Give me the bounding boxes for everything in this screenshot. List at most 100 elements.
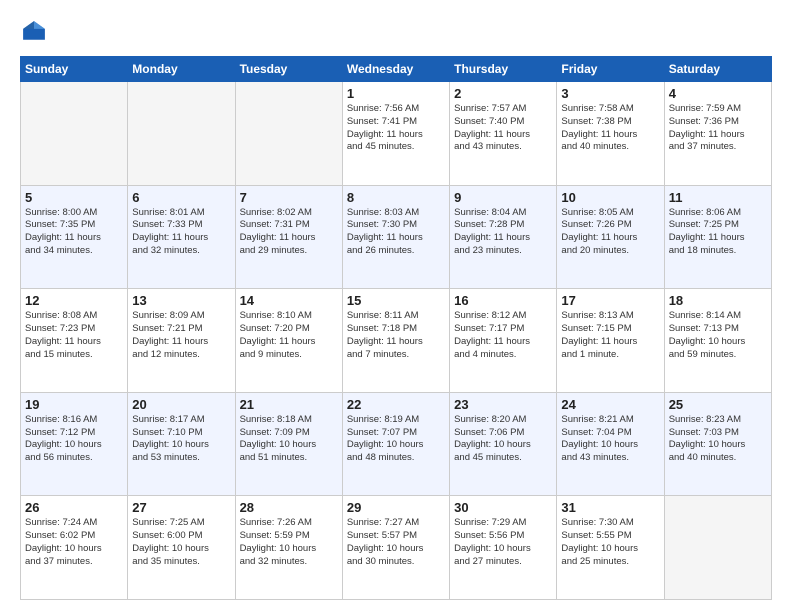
weekday-header-friday: Friday: [557, 57, 664, 82]
day-info: Sunrise: 7:29 AM Sunset: 5:56 PM Dayligh…: [454, 517, 552, 568]
calendar-cell: 31 Sunrise: 7:30 AM Sunset: 5:55 PM Dayli…: [557, 496, 664, 600]
day-info: Sunrise: 7:26 AM Sunset: 5:59 PM Dayligh…: [240, 517, 338, 568]
day-number: 2: [454, 86, 552, 101]
logo-icon: [20, 18, 48, 46]
day-number: 9: [454, 190, 552, 205]
calendar-cell: 13 Sunrise: 8:09 AM Sunset: 7:21 PM Dayli…: [128, 289, 235, 393]
day-info: Sunrise: 7:59 AM Sunset: 7:36 PM Dayligh…: [669, 103, 767, 154]
day-number: 14: [240, 293, 338, 308]
calendar-cell: 22 Sunrise: 8:19 AM Sunset: 7:07 PM Dayli…: [342, 392, 449, 496]
day-number: 3: [561, 86, 659, 101]
calendar-cell: [128, 82, 235, 186]
day-info: Sunrise: 7:56 AM Sunset: 7:41 PM Dayligh…: [347, 103, 445, 154]
day-info: Sunrise: 8:03 AM Sunset: 7:30 PM Dayligh…: [347, 207, 445, 258]
day-info: Sunrise: 8:19 AM Sunset: 7:07 PM Dayligh…: [347, 414, 445, 465]
day-number: 18: [669, 293, 767, 308]
calendar-cell: 19Sunrise: 8:16 AM Sunset: 7:12 PM Dayli…: [21, 392, 128, 496]
day-info: Sunrise: 8:02 AM Sunset: 7:31 PM Dayligh…: [240, 207, 338, 258]
day-number: 22: [347, 397, 445, 412]
calendar-cell: 20 Sunrise: 8:17 AM Sunset: 7:10 PM Dayli…: [128, 392, 235, 496]
weekday-header-row: SundayMondayTuesdayWednesdayThursdayFrid…: [21, 57, 772, 82]
day-number: 10: [561, 190, 659, 205]
weekday-header-sunday: Sunday: [21, 57, 128, 82]
day-info: Sunrise: 8:17 AM Sunset: 7:10 PM Dayligh…: [132, 414, 230, 465]
day-number: 20: [132, 397, 230, 412]
day-info: Sunrise: 8:04 AM Sunset: 7:28 PM Dayligh…: [454, 207, 552, 258]
day-number: 7: [240, 190, 338, 205]
page: SundayMondayTuesdayWednesdayThursdayFrid…: [0, 0, 792, 612]
day-info: Sunrise: 8:16 AM Sunset: 7:12 PM Dayligh…: [25, 414, 123, 465]
day-number: 4: [669, 86, 767, 101]
day-number: 29: [347, 500, 445, 515]
calendar-cell: 1Sunrise: 7:56 AM Sunset: 7:41 PM Daylig…: [342, 82, 449, 186]
day-number: 5: [25, 190, 123, 205]
day-info: Sunrise: 8:18 AM Sunset: 7:09 PM Dayligh…: [240, 414, 338, 465]
logo: [20, 18, 52, 46]
calendar-cell: 5 Sunrise: 8:00 AM Sunset: 7:35 PM Daylig…: [21, 185, 128, 289]
day-info: Sunrise: 8:21 AM Sunset: 7:04 PM Dayligh…: [561, 414, 659, 465]
day-info: Sunrise: 8:12 AM Sunset: 7:17 PM Dayligh…: [454, 310, 552, 361]
day-number: 24: [561, 397, 659, 412]
calendar-cell: 23Sunrise: 8:20 AM Sunset: 7:06 PM Dayli…: [450, 392, 557, 496]
day-number: 16: [454, 293, 552, 308]
day-info: Sunrise: 8:09 AM Sunset: 7:21 PM Dayligh…: [132, 310, 230, 361]
day-number: 15: [347, 293, 445, 308]
calendar-cell: 9 Sunrise: 8:04 AM Sunset: 7:28 PM Daylig…: [450, 185, 557, 289]
day-info: Sunrise: 8:08 AM Sunset: 7:23 PM Dayligh…: [25, 310, 123, 361]
calendar-cell: 4 Sunrise: 7:59 AM Sunset: 7:36 PM Daylig…: [664, 82, 771, 186]
day-info: Sunrise: 8:20 AM Sunset: 7:06 PM Dayligh…: [454, 414, 552, 465]
calendar-cell: 24 Sunrise: 8:21 AM Sunset: 7:04 PM Dayli…: [557, 392, 664, 496]
day-number: 8: [347, 190, 445, 205]
day-info: Sunrise: 8:06 AM Sunset: 7:25 PM Dayligh…: [669, 207, 767, 258]
calendar-cell: 28 Sunrise: 7:26 AM Sunset: 5:59 PM Dayli…: [235, 496, 342, 600]
calendar-cell: 11 Sunrise: 8:06 AM Sunset: 7:25 PM Dayli…: [664, 185, 771, 289]
calendar-cell: 26 Sunrise: 7:24 AM Sunset: 6:02 PM Dayli…: [21, 496, 128, 600]
calendar-cell: [664, 496, 771, 600]
calendar-cell: 17Sunrise: 8:13 AM Sunset: 7:15 PM Dayli…: [557, 289, 664, 393]
day-info: Sunrise: 7:27 AM Sunset: 5:57 PM Dayligh…: [347, 517, 445, 568]
day-number: 28: [240, 500, 338, 515]
week-row-5: 26 Sunrise: 7:24 AM Sunset: 6:02 PM Dayli…: [21, 496, 772, 600]
day-info: Sunrise: 8:01 AM Sunset: 7:33 PM Dayligh…: [132, 207, 230, 258]
calendar-cell: 3 Sunrise: 7:58 AM Sunset: 7:38 PM Daylig…: [557, 82, 664, 186]
day-info: Sunrise: 8:10 AM Sunset: 7:20 PM Dayligh…: [240, 310, 338, 361]
calendar: SundayMondayTuesdayWednesdayThursdayFrid…: [20, 56, 772, 600]
day-info: Sunrise: 8:00 AM Sunset: 7:35 PM Dayligh…: [25, 207, 123, 258]
week-row-1: 1Sunrise: 7:56 AM Sunset: 7:41 PM Daylig…: [21, 82, 772, 186]
day-number: 13: [132, 293, 230, 308]
day-info: Sunrise: 8:05 AM Sunset: 7:26 PM Dayligh…: [561, 207, 659, 258]
weekday-header-wednesday: Wednesday: [342, 57, 449, 82]
day-number: 31: [561, 500, 659, 515]
day-number: 17: [561, 293, 659, 308]
day-number: 12: [25, 293, 123, 308]
day-info: Sunrise: 7:58 AM Sunset: 7:38 PM Dayligh…: [561, 103, 659, 154]
day-number: 25: [669, 397, 767, 412]
calendar-cell: 29 Sunrise: 7:27 AM Sunset: 5:57 PM Dayli…: [342, 496, 449, 600]
day-info: Sunrise: 7:30 AM Sunset: 5:55 PM Dayligh…: [561, 517, 659, 568]
day-info: Sunrise: 7:57 AM Sunset: 7:40 PM Dayligh…: [454, 103, 552, 154]
day-info: Sunrise: 8:14 AM Sunset: 7:13 PM Dayligh…: [669, 310, 767, 361]
day-info: Sunrise: 8:11 AM Sunset: 7:18 PM Dayligh…: [347, 310, 445, 361]
calendar-cell: 25 Sunrise: 8:23 AM Sunset: 7:03 PM Dayli…: [664, 392, 771, 496]
weekday-header-thursday: Thursday: [450, 57, 557, 82]
calendar-cell: 14 Sunrise: 8:10 AM Sunset: 7:20 PM Dayli…: [235, 289, 342, 393]
calendar-cell: [21, 82, 128, 186]
calendar-cell: 18 Sunrise: 8:14 AM Sunset: 7:13 PM Dayli…: [664, 289, 771, 393]
day-number: 11: [669, 190, 767, 205]
calendar-cell: 27Sunrise: 7:25 AM Sunset: 6:00 PM Dayli…: [128, 496, 235, 600]
weekday-header-tuesday: Tuesday: [235, 57, 342, 82]
weekday-header-saturday: Saturday: [664, 57, 771, 82]
week-row-4: 19Sunrise: 8:16 AM Sunset: 7:12 PM Dayli…: [21, 392, 772, 496]
day-number: 26: [25, 500, 123, 515]
weekday-header-monday: Monday: [128, 57, 235, 82]
day-number: 21: [240, 397, 338, 412]
calendar-cell: 30 Sunrise: 7:29 AM Sunset: 5:56 PM Dayli…: [450, 496, 557, 600]
day-number: 30: [454, 500, 552, 515]
calendar-cell: 21 Sunrise: 8:18 AM Sunset: 7:09 PM Dayli…: [235, 392, 342, 496]
day-number: 27: [132, 500, 230, 515]
week-row-3: 12 Sunrise: 8:08 AM Sunset: 7:23 PM Dayli…: [21, 289, 772, 393]
calendar-cell: 12 Sunrise: 8:08 AM Sunset: 7:23 PM Dayli…: [21, 289, 128, 393]
day-info: Sunrise: 7:24 AM Sunset: 6:02 PM Dayligh…: [25, 517, 123, 568]
day-info: Sunrise: 8:23 AM Sunset: 7:03 PM Dayligh…: [669, 414, 767, 465]
calendar-cell: 10 Sunrise: 8:05 AM Sunset: 7:26 PM Dayli…: [557, 185, 664, 289]
